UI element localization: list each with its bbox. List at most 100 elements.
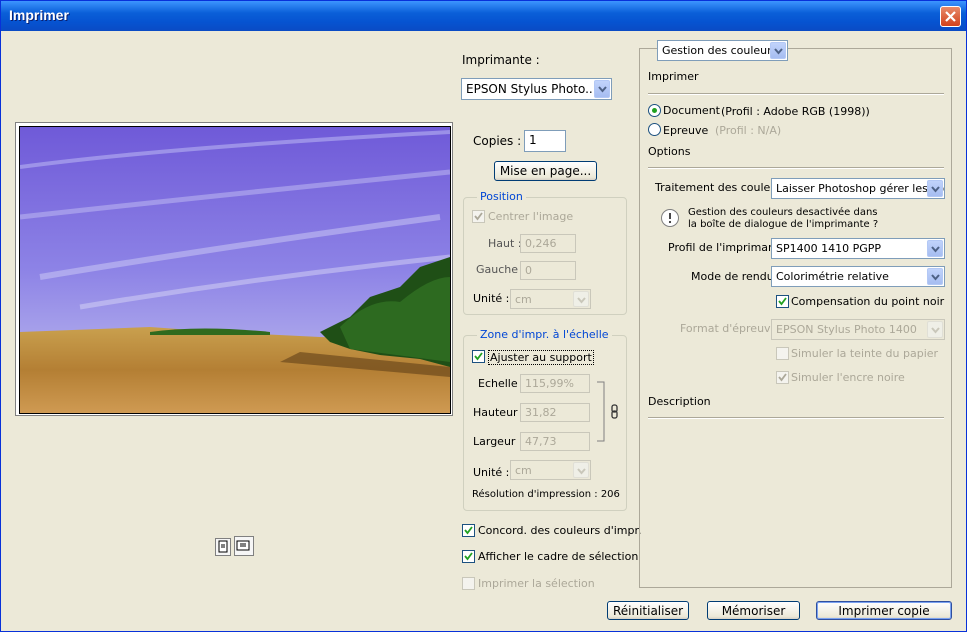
- description-heading: Description: [648, 395, 711, 408]
- left-input[interactable]: 0: [520, 261, 576, 280]
- chevron-down-icon: [577, 468, 586, 475]
- panel-mode-select[interactable]: Gestion des couleurs: [657, 40, 788, 61]
- document-profile: (Profil : Adobe RGB (1998)): [721, 105, 870, 118]
- printer-profile-value: SP1400 1410 PGPP: [776, 242, 882, 255]
- chevron-down-icon: [931, 274, 940, 281]
- height-label: Hauteur :: [473, 406, 525, 419]
- scale-input[interactable]: 115,99%: [520, 374, 590, 393]
- panel-mode-arrow[interactable]: [770, 42, 786, 59]
- printer-profile-select[interactable]: SP1400 1410 PGPP: [771, 238, 945, 259]
- center-image-checkbox[interactable]: [472, 210, 485, 223]
- rendering-intent-select[interactable]: Colorimétrie relative: [771, 266, 945, 287]
- scaled-unit-select[interactable]: cm: [510, 460, 591, 480]
- check-icon: [474, 352, 483, 361]
- black-point-label: Compensation du point noir: [791, 295, 945, 308]
- close-button[interactable]: [940, 6, 961, 27]
- position-unit-label: Unité :: [473, 292, 510, 305]
- check-icon: [464, 552, 473, 561]
- simulate-paper-label: Simuler la teinte du papier: [791, 347, 939, 360]
- document-label: Document: [663, 104, 720, 117]
- warning-line2: la boîte de dialogue de l'imprimante ?: [688, 219, 879, 230]
- color-handling-arrow[interactable]: [927, 180, 943, 197]
- print-one-copy-button[interactable]: Imprimer copie: [816, 601, 952, 620]
- panel-mode-value: Gestion des couleurs: [662, 44, 778, 57]
- chevron-down-icon: [577, 297, 586, 304]
- rendering-intent-label: Mode de rendu :: [691, 270, 781, 283]
- rotate-portrait-button[interactable]: [215, 538, 231, 556]
- chain-link-icon[interactable]: [610, 404, 620, 420]
- width-input[interactable]: 47,73: [520, 432, 590, 451]
- top-input[interactable]: 0,246: [520, 234, 576, 253]
- separator: [648, 167, 944, 169]
- proof-setup-arrow[interactable]: [927, 321, 943, 338]
- rendering-intent-arrow[interactable]: [927, 268, 943, 285]
- chevron-down-icon: [931, 246, 940, 253]
- printer-label: Imprimante :: [462, 53, 540, 67]
- check-icon: [474, 212, 483, 221]
- check-icon: [778, 373, 787, 382]
- printer-select[interactable]: EPSON Stylus Photo...: [461, 78, 612, 100]
- scaled-unit-value: cm: [515, 464, 532, 477]
- height-input[interactable]: 31,82: [520, 403, 590, 422]
- fit-media-label: Ajuster au support: [488, 350, 594, 365]
- chevron-down-icon: [774, 48, 783, 55]
- print-heading: Imprimer: [648, 70, 699, 83]
- print-selection-label: Imprimer la sélection: [478, 577, 595, 590]
- black-point-checkbox[interactable]: [776, 295, 789, 308]
- close-icon: [945, 11, 956, 22]
- proof-setup-label: Format d'épreuve :: [680, 322, 785, 335]
- warning-icon: [661, 209, 679, 227]
- show-bounding-box-label: Afficher le cadre de sélection: [478, 550, 639, 563]
- copies-label: Copies :: [473, 134, 522, 148]
- position-title: Position: [477, 190, 526, 203]
- copies-input[interactable]: 1: [524, 130, 566, 152]
- reset-button[interactable]: Réinitialiser: [607, 601, 689, 620]
- scaled-unit-arrow[interactable]: [573, 462, 589, 478]
- simulate-ink-label: Simuler l'encre noire: [791, 371, 905, 384]
- page-setup-button[interactable]: Mise en page...: [494, 161, 597, 181]
- simulate-ink-checkbox[interactable]: [776, 371, 789, 384]
- printer-value: EPSON Stylus Photo...: [466, 82, 597, 96]
- printer-profile-arrow[interactable]: [927, 240, 943, 257]
- proof-radio[interactable]: [648, 123, 661, 136]
- left-label: Gauche :: [476, 263, 526, 276]
- check-icon: [464, 526, 473, 535]
- proof-setup-value: EPSON Stylus Photo 1400: [776, 323, 917, 336]
- printer-dropdown-arrow[interactable]: [594, 80, 610, 98]
- position-unit-select[interactable]: cm: [510, 289, 591, 309]
- simulate-paper-checkbox[interactable]: [776, 347, 789, 360]
- top-label: Haut :: [488, 237, 522, 250]
- document-radio[interactable]: [648, 104, 661, 117]
- scale-label: Echelle :: [478, 377, 525, 390]
- page-landscape-icon: [236, 540, 250, 551]
- warning-line1: Gestion des couleurs desactivée dans: [688, 207, 878, 218]
- match-print-colors-checkbox[interactable]: [462, 524, 475, 537]
- chevron-down-icon: [931, 327, 940, 334]
- options-heading: Options: [648, 145, 691, 158]
- landscape-photo: [20, 127, 450, 413]
- chevron-down-icon: [598, 86, 607, 93]
- remember-button[interactable]: Mémoriser: [707, 601, 800, 620]
- width-label: Largeur :: [473, 435, 523, 448]
- print-preview: [15, 122, 453, 416]
- center-image-label: Centrer l'image: [488, 210, 574, 223]
- rotate-landscape-button[interactable]: [234, 536, 254, 556]
- page-portrait-icon: [218, 540, 228, 553]
- print-dialog: Imprimer Imprimante: EPSON Stylus Photo…: [0, 0, 967, 632]
- proof-label: Epreuve: [663, 124, 709, 137]
- title-bar[interactable]: Imprimer: [1, 1, 966, 31]
- preview-image: [19, 126, 451, 414]
- fit-media-checkbox[interactable]: [472, 350, 485, 363]
- separator: [648, 417, 944, 419]
- color-handling-select[interactable]: Laisser Photoshop gérer les co...: [771, 178, 945, 199]
- window-title: Imprimer: [9, 7, 69, 23]
- position-unit-value: cm: [515, 293, 532, 306]
- show-bounding-box-checkbox[interactable]: [462, 550, 475, 563]
- position-unit-arrow[interactable]: [573, 291, 589, 307]
- print-selection-checkbox[interactable]: [462, 577, 475, 590]
- proof-setup-select[interactable]: EPSON Stylus Photo 1400: [771, 319, 945, 340]
- proof-profile: (Profil : N/A): [715, 124, 782, 137]
- radio-dot: [652, 108, 657, 113]
- rendering-intent-value: Colorimétrie relative: [776, 270, 889, 283]
- color-handling-value: Laisser Photoshop gérer les co...: [776, 182, 945, 195]
